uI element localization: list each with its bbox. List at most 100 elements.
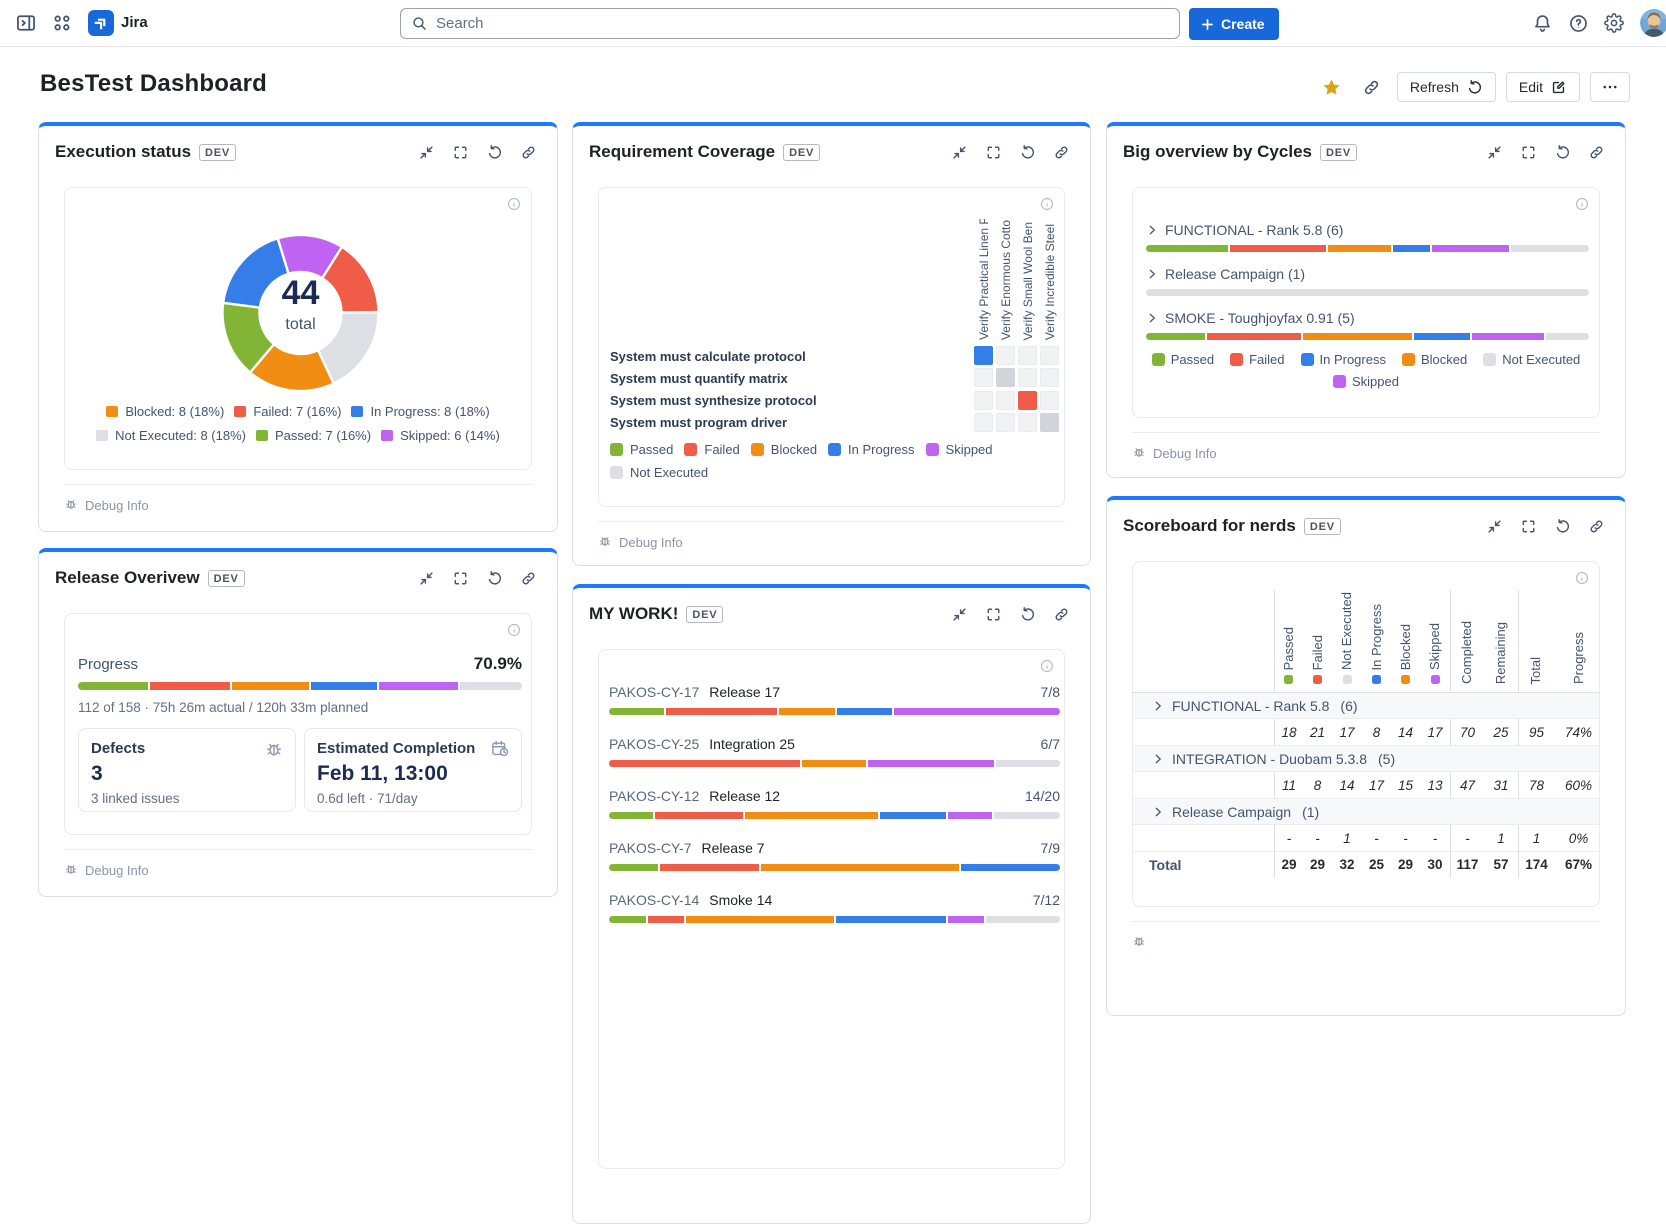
matrix-cell-in_progress[interactable] <box>974 346 993 365</box>
issue-key[interactable]: PAKOS-CY-14 <box>609 892 699 908</box>
matrix-cell-not_executed[interactable] <box>996 368 1015 387</box>
debug-info-button[interactable]: Debug Info <box>64 862 149 879</box>
collapse-gadget-button[interactable] <box>1486 518 1503 535</box>
matrix-cell-empty[interactable] <box>1018 346 1037 365</box>
refresh-gadget-button[interactable] <box>1554 144 1571 161</box>
cycle-label[interactable]: Release Campaign (1) <box>1146 266 1589 282</box>
refresh-gadget-button[interactable] <box>486 144 503 161</box>
help-button[interactable] <box>1566 11 1590 35</box>
refresh-gadget-button[interactable] <box>1019 606 1036 623</box>
scoreboard-group-row[interactable]: FUNCTIONAL - Rank 5.8(6) <box>1133 693 1600 719</box>
matrix-cell-empty[interactable] <box>974 368 993 387</box>
expand-gadget-button[interactable] <box>985 606 1002 623</box>
link-gadget-button[interactable] <box>1053 606 1070 623</box>
my-work-item[interactable]: PAKOS-CY-7Release 77/9 <box>609 840 1060 892</box>
more-actions-button[interactable] <box>1590 72 1630 102</box>
notifications-button[interactable] <box>1530 11 1554 35</box>
issue-key[interactable]: PAKOS-CY-7 <box>609 840 691 856</box>
matrix-cell-empty[interactable] <box>996 391 1015 410</box>
legend-row: Not Executed: 8 (18%)Passed: 7 (16%)Skip… <box>91 428 505 443</box>
matrix-column-header[interactable]: Verify Incredible Steel <box>1039 224 1061 340</box>
collapse-gadget-button[interactable] <box>951 144 968 161</box>
user-avatar[interactable] <box>1640 9 1666 37</box>
debug-info-button[interactable] <box>1132 934 1153 951</box>
my-work-item[interactable]: PAKOS-CY-12Release 1214/20 <box>609 788 1060 840</box>
copy-link-button[interactable] <box>1357 72 1387 102</box>
estimated-completion-card[interactable]: Estimated Completion Feb 11, 13:00 0.6d … <box>304 728 522 812</box>
refresh-gadget-button[interactable] <box>486 570 503 587</box>
link-gadget-button[interactable] <box>520 144 537 161</box>
debug-info-button[interactable]: Debug Info <box>598 534 683 551</box>
matrix-row-label[interactable]: System must synthesize protocol <box>610 393 817 408</box>
issue-ratio: 7/12 <box>1033 892 1060 908</box>
expand-gadget-button[interactable] <box>452 570 469 587</box>
jira-logo[interactable] <box>88 10 114 36</box>
matrix-column-header[interactable]: Verify Practical Linen P <box>973 219 995 340</box>
refresh-gadget-button[interactable] <box>1554 518 1571 535</box>
matrix-cell-empty[interactable] <box>974 413 993 432</box>
issue-key[interactable]: PAKOS-CY-12 <box>609 788 699 804</box>
matrix-column-header[interactable]: Verify Enormous Cotto <box>995 220 1017 340</box>
collapse-gadget-button[interactable] <box>951 606 968 623</box>
search-bar[interactable] <box>400 8 1180 39</box>
collapse-gadget-button[interactable] <box>418 144 435 161</box>
dev-badge: DEV <box>1320 144 1357 161</box>
scoreboard-column-header: Failed <box>1303 562 1332 692</box>
collapse-gadget-button[interactable] <box>1486 144 1503 161</box>
scoreboard-value: 1 <box>1332 825 1362 852</box>
my-work-item[interactable]: PAKOS-CY-17Release 177/8 <box>609 684 1060 736</box>
matrix-column-header[interactable]: Verify Small Wool Ben <box>1017 222 1039 341</box>
debug-info-button[interactable]: Debug Info <box>1132 445 1217 462</box>
expand-gadget-button[interactable] <box>985 144 1002 161</box>
create-button[interactable]: Create <box>1189 8 1279 40</box>
debug-info-button[interactable]: Debug Info <box>64 497 149 514</box>
sidebar-toggle-button[interactable] <box>14 11 38 35</box>
collapse-gadget-button[interactable] <box>418 570 435 587</box>
link-gadget-button[interactable] <box>520 570 537 587</box>
search-input[interactable] <box>436 15 1136 32</box>
matrix-cell-not_executed[interactable] <box>1040 413 1059 432</box>
expand-gadget-button[interactable] <box>1520 144 1537 161</box>
donut-segment-in_progress[interactable] <box>223 238 288 307</box>
app-switcher-button[interactable] <box>50 11 74 35</box>
matrix-row-label[interactable]: System must quantify matrix <box>610 371 788 386</box>
info-icon[interactable] <box>507 623 521 637</box>
scoreboard-group-row[interactable]: Release Campaign(1) <box>1133 799 1600 825</box>
refresh-gadget-button[interactable] <box>1019 144 1036 161</box>
edit-button[interactable]: Edit <box>1506 72 1580 102</box>
link-gadget-button[interactable] <box>1053 144 1070 161</box>
matrix-cell-empty[interactable] <box>1018 413 1037 432</box>
info-icon[interactable] <box>1575 197 1589 211</box>
link-gadget-button[interactable] <box>1588 144 1605 161</box>
defects-card[interactable]: Defects 3 3 linked issues <box>78 728 296 812</box>
matrix-row-label[interactable]: System must program driver <box>610 415 787 430</box>
dev-badge: DEV <box>1304 518 1341 535</box>
matrix-cell-empty[interactable] <box>1040 346 1059 365</box>
legend-swatch-skipped <box>926 443 939 456</box>
favorite-star-button[interactable] <box>1317 72 1347 102</box>
matrix-cell-empty[interactable] <box>974 391 993 410</box>
matrix-cell-empty[interactable] <box>1040 391 1059 410</box>
issue-key[interactable]: PAKOS-CY-25 <box>609 736 699 752</box>
refresh-button[interactable]: Refresh <box>1397 72 1496 102</box>
refresh-icon <box>1554 144 1571 161</box>
issue-key[interactable]: PAKOS-CY-17 <box>609 684 699 700</box>
product-name: Jira <box>121 14 148 31</box>
my-work-item[interactable]: PAKOS-CY-25Integration 256/7 <box>609 736 1060 788</box>
matrix-cell-empty[interactable] <box>996 346 1015 365</box>
cycle-label[interactable]: FUNCTIONAL - Rank 5.8 (6) <box>1146 222 1589 238</box>
expand-gadget-button[interactable] <box>1520 518 1537 535</box>
info-icon[interactable] <box>1040 659 1054 673</box>
scoreboard-group-row[interactable]: INTEGRATION - Duobam 5.3.8(5) <box>1133 746 1600 772</box>
expand-gadget-button[interactable] <box>452 144 469 161</box>
settings-button[interactable] <box>1602 11 1626 35</box>
matrix-cell-empty[interactable] <box>1018 368 1037 387</box>
scoreboard-column-header: Not Executed <box>1332 562 1362 692</box>
my-work-item[interactable]: PAKOS-CY-14Smoke 147/12 <box>609 892 1060 944</box>
matrix-row-label[interactable]: System must calculate protocol <box>610 349 806 364</box>
matrix-cell-empty[interactable] <box>996 413 1015 432</box>
matrix-cell-failed[interactable] <box>1018 391 1037 410</box>
matrix-cell-empty[interactable] <box>1040 368 1059 387</box>
link-gadget-button[interactable] <box>1588 518 1605 535</box>
cycle-label[interactable]: SMOKE - Toughjoyfax 0.91 (5) <box>1146 310 1589 326</box>
